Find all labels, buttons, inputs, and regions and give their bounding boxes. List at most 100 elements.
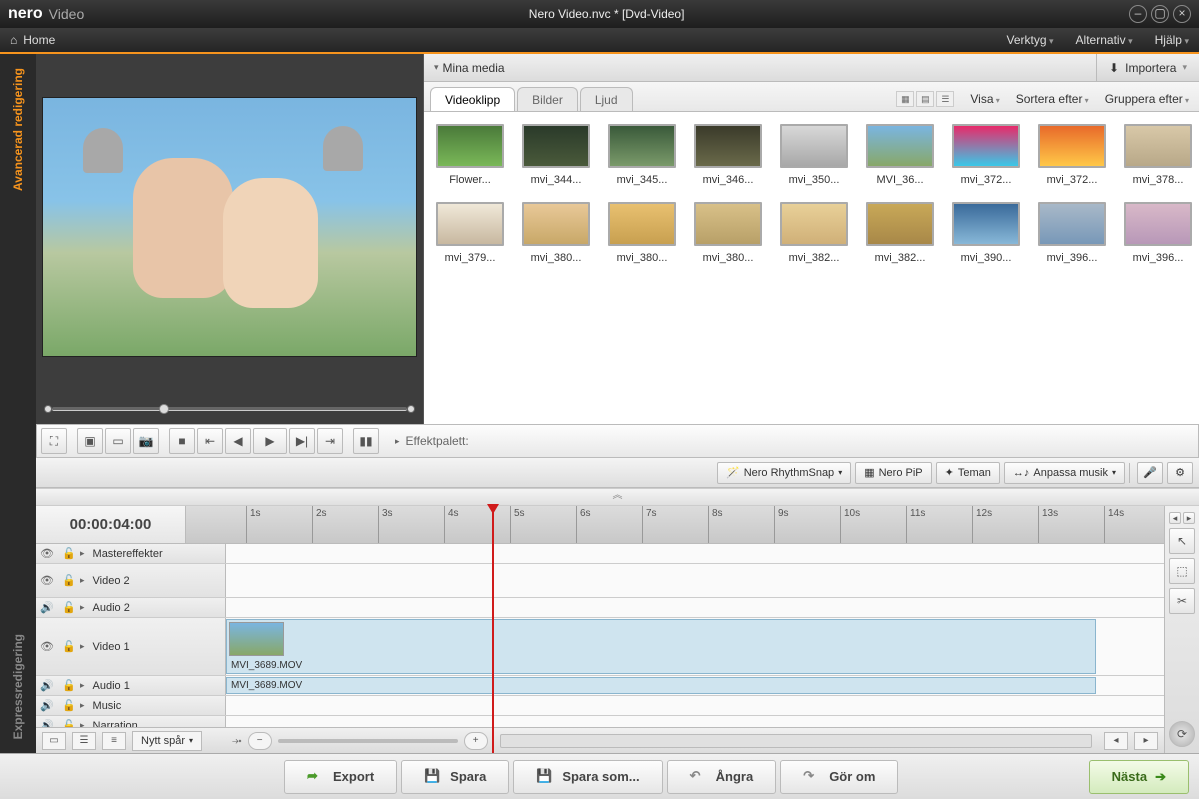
media-item[interactable]: mvi_390... (952, 202, 1020, 264)
media-panel-title[interactable]: Mina media (424, 61, 515, 75)
media-caption: mvi_372... (952, 174, 1020, 186)
view-list-icon[interactable]: ☰ (936, 91, 954, 107)
grid-icon: ▦ (864, 466, 874, 479)
themes-button[interactable]: ✦Teman (936, 462, 1000, 484)
media-item[interactable]: mvi_378... (1124, 124, 1192, 186)
maximize-button[interactable]: ▢ (1151, 5, 1169, 23)
track-lock-icon[interactable]: 🔓 (58, 547, 80, 560)
preview-scrubber[interactable] (36, 394, 423, 424)
jog-wheel[interactable]: ⟳ (1169, 721, 1195, 747)
snapshot-tool-button[interactable]: ▣ (77, 428, 103, 454)
media-item[interactable]: mvi_372... (952, 124, 1020, 186)
scroll-left-button[interactable]: ◂ (1104, 732, 1128, 750)
star-icon: ✦ (945, 466, 954, 479)
new-track-button[interactable]: Nytt spår▾ (132, 731, 202, 751)
media-item[interactable]: mvi_372... (1038, 124, 1106, 186)
track-view-2-button[interactable]: ☰ (72, 732, 96, 750)
import-button[interactable]: ⬇ Importera ▾ (1096, 54, 1199, 81)
menu-options[interactable]: Alternativ (1076, 33, 1133, 47)
arrow-right-icon: ➔ (1155, 769, 1166, 785)
scroll-right-button[interactable]: ▸ (1134, 732, 1158, 750)
media-thumbnail (608, 202, 676, 246)
tab-express-editing[interactable]: Expressredigering (11, 620, 25, 753)
tab-videoclips[interactable]: Videoklipp (430, 87, 515, 111)
media-item[interactable]: Flower... (436, 124, 504, 186)
ruler-tick: 2s (312, 506, 327, 543)
next-frame-button[interactable]: ⇥ (317, 428, 343, 454)
view-large-icon[interactable]: ▦ (896, 91, 914, 107)
media-item[interactable]: mvi_380... (694, 202, 762, 264)
nav-left[interactable]: ◂ (1169, 512, 1181, 524)
track-view-3-button[interactable]: ≡ (102, 732, 126, 750)
panel-collapse-toggle[interactable]: ︽ (36, 488, 1199, 506)
cut-tool[interactable]: ✂ (1169, 588, 1195, 614)
media-thumbnail (608, 124, 676, 168)
mic-button[interactable]: 🎤 (1137, 462, 1163, 484)
next-button[interactable]: Nästa➔ (1089, 760, 1189, 794)
track-visible-icon[interactable]: 👁 (36, 547, 58, 560)
redo-icon: ↷ (803, 768, 821, 786)
media-thumbnail (866, 124, 934, 168)
play-button[interactable]: ▶ (253, 428, 287, 454)
tab-audio[interactable]: Ljud (580, 87, 633, 111)
step-back-button[interactable]: ◀ (225, 428, 251, 454)
media-item[interactable]: mvi_380... (608, 202, 676, 264)
media-item[interactable]: MVI_36... (866, 124, 934, 186)
tab-images[interactable]: Bilder (517, 87, 578, 111)
media-item[interactable]: mvi_382... (866, 202, 934, 264)
media-item[interactable]: mvi_379... (436, 202, 504, 264)
nav-right[interactable]: ▸ (1183, 512, 1195, 524)
tab-advanced-editing[interactable]: Avancerad redigering (11, 54, 25, 205)
minimize-button[interactable]: – (1129, 5, 1147, 23)
pointer-tool[interactable]: ↖ (1169, 528, 1195, 554)
fullscreen-button[interactable]: ⛶ (41, 428, 67, 454)
home-button[interactable]: ⌂ Home (10, 33, 55, 47)
zoom-out-button[interactable]: − (248, 732, 272, 750)
media-item[interactable]: mvi_396... (1038, 202, 1106, 264)
clip-video1[interactable]: MVI_3689.MOV (226, 619, 1096, 674)
media-item[interactable]: mvi_396... (1124, 202, 1192, 264)
undo-button[interactable]: ↶Ångra (667, 760, 777, 794)
pip-button[interactable]: ▦Nero PiP (855, 462, 931, 484)
step-fwd-button[interactable]: ▶| (289, 428, 315, 454)
export-button[interactable]: ➦Export (284, 760, 397, 794)
stop-button[interactable]: ■ (169, 428, 195, 454)
save-as-button[interactable]: 💾Spara som... (513, 760, 662, 794)
view-group-menu[interactable]: Gruppera efter (1105, 92, 1189, 106)
effect-palette-label[interactable]: Effektpalett: (406, 434, 469, 448)
media-item[interactable]: mvi_344... (522, 124, 590, 186)
media-item[interactable]: mvi_380... (522, 202, 590, 264)
preview-video-frame[interactable] (42, 97, 417, 357)
rhythmsnap-button[interactable]: 🪄Nero RhythmSnap▾ (717, 462, 851, 484)
media-item[interactable]: mvi_346... (694, 124, 762, 186)
view-sort-menu[interactable]: Sortera efter (1016, 92, 1089, 106)
view-medium-icon[interactable]: ▤ (916, 91, 934, 107)
fit-music-button[interactable]: ↔♪Anpassa musik▾ (1004, 462, 1125, 484)
clip-audio1[interactable]: MVI_3689.MOV (226, 677, 1096, 694)
media-thumbnail (436, 124, 504, 168)
loop-button[interactable]: ▮▮ (353, 428, 379, 454)
menu-help[interactable]: Hjälp (1155, 33, 1189, 47)
timeline-h-scrollbar[interactable] (500, 734, 1092, 748)
menu-tools[interactable]: Verktyg (1006, 33, 1053, 47)
ruler-tick: 11s (906, 506, 925, 543)
view-show-menu[interactable]: Visa (970, 92, 999, 106)
zoom-in-button[interactable]: + (464, 732, 488, 750)
close-button[interactable]: × (1173, 5, 1191, 23)
marquee-tool[interactable]: ⬚ (1169, 558, 1195, 584)
redo-button[interactable]: ↷Gör om (780, 760, 898, 794)
timeline-ruler[interactable]: 1s2s3s4s5s6s7s8s9s10s11s12s13s14s (186, 506, 1164, 543)
save-button[interactable]: 💾Spara (401, 760, 509, 794)
media-caption: mvi_344... (522, 174, 590, 186)
media-item[interactable]: mvi_350... (780, 124, 848, 186)
track-view-1-button[interactable]: ▭ (42, 732, 66, 750)
camera-button[interactable]: 📷 (133, 428, 159, 454)
scrub-thumb[interactable] (159, 404, 169, 414)
scene-button[interactable]: ▭ (105, 428, 131, 454)
prev-frame-button[interactable]: ⇤ (197, 428, 223, 454)
media-item[interactable]: mvi_345... (608, 124, 676, 186)
zoom-slider[interactable] (278, 739, 458, 743)
media-item[interactable]: mvi_382... (780, 202, 848, 264)
save-icon: 💾 (424, 768, 442, 786)
gear-button[interactable]: ⚙ (1167, 462, 1193, 484)
